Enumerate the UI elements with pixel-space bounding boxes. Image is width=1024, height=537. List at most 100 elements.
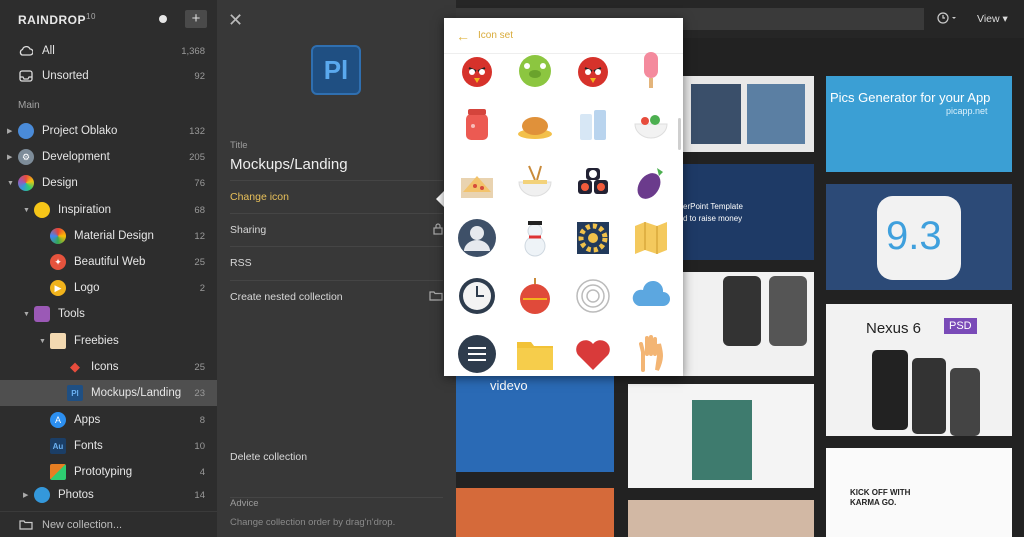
item-count: 25 [194,361,205,373]
eggplant-icon[interactable] [631,162,671,202]
bookmark-card[interactable] [683,272,814,376]
fingerprint-icon[interactable] [573,276,613,316]
collection-editor: ✕ Pl Title Mockups/Landing Change icon S… [217,0,456,537]
bookmark-card[interactable] [628,384,814,488]
sidebar-item-project-oblako[interactable]: ▶ Project Oblako 132 [0,118,217,144]
delete-collection-button[interactable]: Delete collection [230,440,443,473]
pizza-box-icon[interactable] [457,162,497,202]
user-avatar-icon[interactable] [457,218,497,258]
bookmark-card[interactable] [683,76,814,152]
jar-icon[interactable] [457,104,497,144]
sidebar-item-unsorted[interactable]: Unsorted 92 [0,63,217,89]
card-text: erPoint Template [683,202,743,211]
new-collection-button[interactable]: New collection... [0,511,217,537]
bookmark-card[interactable] [456,488,614,537]
bookmark-card[interactable]: Nexus 6 PSD [826,304,1012,436]
card-text: PSD [944,318,977,334]
bookmark-card[interactable]: 9.3 [826,184,1012,290]
title-field[interactable]: Mockups/Landing [230,156,348,173]
back-arrow-icon[interactable]: ← [456,28,470,44]
sort-clock-icon[interactable] [937,12,957,27]
palette-icon [18,175,34,191]
sidebar-item-freebies[interactable]: ▼ Freebies [0,328,217,354]
create-nested-button[interactable]: Create nested collection [230,280,443,313]
clock-icon[interactable] [457,276,497,316]
green-pig-icon[interactable] [515,50,555,90]
expand-arrow-icon[interactable]: ▶ [23,491,28,499]
bookmark-card[interactable]: videvo [456,376,614,472]
item-count: 2 [199,282,205,294]
snowman-icon[interactable] [515,218,555,258]
collapse-arrow-icon[interactable]: ▼ [23,311,30,318]
bookmark-card[interactable]: erPoint Template d to raise money [683,164,814,260]
font-file-icon: Au [50,438,66,454]
add-button[interactable]: + [185,10,207,28]
sidebar-item-prototyping[interactable]: Prototyping 4 [0,459,217,485]
sidebar-item-icons[interactable]: ◆ Icons 25 [0,354,217,380]
expand-arrow-icon[interactable]: ▶ [7,153,12,161]
angry-bird-red-icon[interactable] [573,50,613,90]
cloud-icon[interactable] [631,276,671,316]
item-count: 8 [199,414,205,426]
bookmark-card[interactable]: KICK OFF WITH KARMA GO. [826,448,1012,537]
sidebar-item-inspiration[interactable]: ▼ Inspiration 68 [0,197,217,223]
item-count: 4 [199,466,205,478]
item-count: 14 [194,489,205,501]
sidebar-item-beautiful-web[interactable]: ✦ Beautiful Web 25 [0,249,217,275]
roast-chicken-icon[interactable] [515,104,555,144]
lock-icon [433,222,443,238]
angry-bird-red-icon[interactable] [457,50,497,90]
sidebar-item-label: Tools [58,308,85,320]
create-nested-label: Create nested collection [230,291,343,303]
sidebar-item-label: Apps [74,414,101,426]
menu-circle-icon[interactable] [457,334,497,374]
ornament-icon[interactable] [515,276,555,316]
sidebar-item-material-design[interactable]: Material Design 12 [0,223,217,249]
advice-label: Advice [230,497,443,509]
sidebar-item-mockups-landing[interactable]: Pl Mockups/Landing 23 [0,380,217,406]
map-icon[interactable] [631,218,671,258]
diamond-icon: ◆ [70,359,80,374]
heart-icon[interactable] [573,334,613,374]
rss-button[interactable]: RSS [230,246,443,279]
scrollbar[interactable] [678,118,681,150]
collection-icon-preview[interactable]: Pl [311,45,361,95]
collapse-arrow-icon[interactable]: ▼ [7,180,14,187]
sharing-button[interactable]: Sharing [230,213,443,246]
compass-icon: ✦ [50,254,66,270]
sidebar: RAINDROP10 + All 1,368 Unsorted 92 Main … [0,0,217,537]
noodle-bowl-icon[interactable] [515,162,555,202]
sidebar-item-all[interactable]: All 1,368 [0,38,217,64]
grid-icon [50,464,66,480]
item-count: 23 [194,387,205,399]
sidebar-item-design[interactable]: ▼ Design 76 [0,170,217,196]
sidebar-item-tools[interactable]: ▼ Tools [0,301,217,327]
milk-bottles-icon[interactable] [573,104,613,144]
sidebar-item-photos[interactable]: ▶ Photos 14 [0,485,217,505]
sidebar-item-label: Logo [74,282,100,294]
sidebar-item-development[interactable]: ▶ ⚙ Development 205 [0,144,217,170]
sushi-icon[interactable] [573,162,613,202]
gear-icon[interactable] [573,218,613,258]
popsicle-icon[interactable] [631,50,671,90]
sidebar-item-logo[interactable]: ▶ Logo 2 [0,275,217,301]
bookmark-card[interactable] [628,500,814,537]
close-icon[interactable]: ✕ [228,10,243,31]
expand-arrow-icon[interactable]: ▶ [7,127,12,135]
sidebar-item-apps[interactable]: A Apps 8 [0,407,217,433]
item-count: 1,368 [181,45,205,57]
sidebar-item-label: All [42,45,55,57]
sidebar-item-label: Prototyping [74,466,133,478]
view-dropdown[interactable]: View ▾ [977,13,1008,25]
collapse-arrow-icon[interactable]: ▼ [39,338,46,345]
salad-bowl-icon[interactable] [631,104,671,144]
bookmark-card[interactable]: Pics Generator for your App picapp.net [826,76,1012,172]
change-icon-button[interactable]: Change icon [230,180,443,213]
folder-icon[interactable] [515,334,555,374]
collapse-arrow-icon[interactable]: ▼ [23,207,30,214]
cloud-icon [18,123,34,139]
sidebar-item-label: Inspiration [58,204,112,216]
rss-label: RSS [230,257,252,269]
hand-icon[interactable] [631,334,671,374]
sidebar-item-fonts[interactable]: Au Fonts 10 [0,433,217,459]
